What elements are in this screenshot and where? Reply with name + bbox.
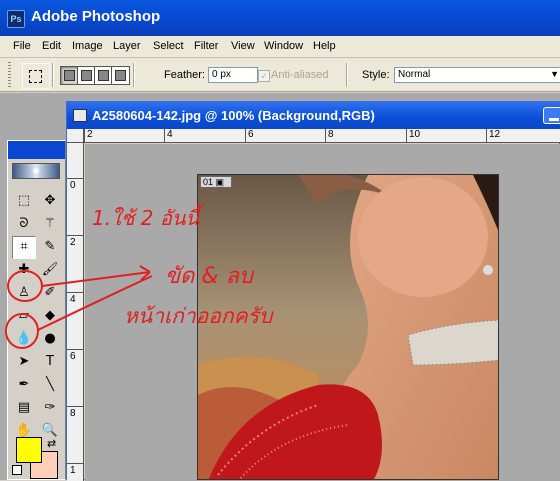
- menu-help[interactable]: Help: [313, 40, 336, 52]
- adobe-logo[interactable]: ◉: [12, 163, 60, 179]
- style-select[interactable]: Normal ▼: [394, 67, 560, 83]
- ruler-label: 12: [489, 129, 501, 140]
- menu-view[interactable]: View: [231, 40, 255, 52]
- blur-tool-icon[interactable]: 💧: [12, 328, 36, 351]
- slice-badge: 01 ▣: [200, 176, 232, 188]
- photoshop-icon: Ps: [7, 10, 25, 28]
- minimize-button[interactable]: [543, 107, 560, 124]
- menu-bar: File Edit Image Layer Select Filter View…: [0, 36, 560, 58]
- ruler-label: 8: [328, 129, 334, 140]
- annotation-text: 1.ใช้ 2 อันนี้: [92, 206, 200, 230]
- menu-edit[interactable]: Edit: [42, 40, 61, 52]
- marquee-tool-icon[interactable]: ⬚: [12, 190, 36, 213]
- tool-preset-picker[interactable]: [22, 63, 50, 89]
- paint-bucket-tool-icon[interactable]: ◆: [38, 305, 62, 328]
- crop-tool-icon[interactable]: ⌗: [12, 236, 36, 259]
- feather-label: Feather:: [164, 69, 205, 81]
- foreground-color-swatch[interactable]: [16, 437, 42, 463]
- menu-filter[interactable]: Filter: [194, 40, 218, 52]
- notes-tool-icon[interactable]: ▤: [12, 397, 36, 420]
- app-titlebar: Ps Adobe Photoshop: [0, 0, 560, 36]
- ruler-label: 4: [167, 129, 173, 140]
- options-bar: Feather: 0 px ✓ Anti-aliased Style: Norm…: [0, 58, 560, 92]
- history-brush-tool-icon[interactable]: ✐: [38, 282, 62, 305]
- app-title: Adobe Photoshop: [31, 8, 161, 25]
- menu-file[interactable]: File: [13, 40, 31, 52]
- dodge-tool-icon[interactable]: ●: [38, 328, 62, 351]
- line-tool-icon[interactable]: ╲: [38, 374, 62, 397]
- divider: [133, 63, 135, 87]
- type-tool-icon[interactable]: T: [38, 351, 62, 374]
- default-colors-icon[interactable]: [12, 465, 22, 475]
- slice-tool-icon[interactable]: ✎: [38, 236, 62, 259]
- antialias-checkbox[interactable]: ✓: [258, 70, 270, 82]
- feather-input[interactable]: 0 px: [208, 67, 258, 83]
- menu-layer[interactable]: Layer: [113, 40, 141, 52]
- options-grip[interactable]: [8, 62, 11, 88]
- lasso-tool-icon[interactable]: ᘐ: [12, 213, 36, 236]
- ruler-label: 4: [70, 294, 76, 305]
- slice-number: 01: [203, 177, 214, 187]
- healing-brush-tool-icon[interactable]: ✚: [12, 259, 36, 282]
- clone-stamp-tool-icon[interactable]: ♙: [12, 282, 36, 305]
- swap-colors-icon[interactable]: ⇄: [47, 437, 56, 450]
- ruler-label: 2: [70, 237, 76, 248]
- antialias-label: Anti-aliased: [271, 69, 329, 81]
- pen-tool-icon[interactable]: ✒: [12, 374, 36, 397]
- path-selection-tool-icon[interactable]: ➤: [12, 351, 36, 374]
- eyedropper-tool-icon[interactable]: ✑: [38, 397, 62, 420]
- ruler-label: 1: [70, 465, 76, 476]
- ruler-label: 6: [248, 129, 254, 140]
- horizontal-ruler[interactable]: 2 4 6 8 10 12: [84, 129, 560, 143]
- menu-window[interactable]: Window: [264, 40, 303, 52]
- ruler-label: 6: [70, 351, 76, 362]
- move-tool-icon[interactable]: ✥: [38, 190, 62, 213]
- image-slice-icon: ▣: [215, 177, 225, 187]
- ruler-label: 0: [70, 180, 76, 191]
- brush-tool-icon[interactable]: 🖌: [38, 259, 62, 282]
- annotation-text: หน้าเก่าออกครับ: [124, 304, 273, 328]
- ruler-origin[interactable]: [67, 129, 84, 143]
- style-select-value: Normal: [398, 69, 431, 80]
- document-titlebar[interactable]: A2580604-142.jpg @ 100% (Background,RGB): [67, 102, 560, 129]
- menu-image[interactable]: Image: [72, 40, 103, 52]
- divider: [52, 63, 54, 87]
- toolbox-titlebar[interactable]: [8, 141, 65, 159]
- document-icon: [73, 109, 87, 122]
- annotation-text: ขัด & ลบ: [165, 264, 253, 289]
- eraser-tool-icon[interactable]: ▱: [12, 305, 36, 328]
- magic-wand-tool-icon[interactable]: ⚚: [38, 213, 62, 236]
- toolbox: ◉ ⬚ ✥ ᘐ ⚚ ⌗ ✎ ✚ 🖌 ♙ ✐ ▱ ◆ 💧 ● ➤ T ✒ ╲ ▤ …: [7, 140, 66, 480]
- intersect-selection-button[interactable]: [111, 66, 130, 85]
- vertical-ruler[interactable]: 0 2 4 6 8 1: [67, 143, 84, 481]
- menu-select[interactable]: Select: [153, 40, 184, 52]
- chevron-down-icon: ▼: [550, 69, 559, 79]
- document-title: A2580604-142.jpg @ 100% (Background,RGB): [92, 108, 375, 123]
- ruler-label: 2: [87, 129, 93, 140]
- style-label: Style:: [362, 69, 390, 81]
- ruler-label: 10: [409, 129, 421, 140]
- ruler-label: 8: [70, 408, 76, 419]
- divider: [346, 63, 348, 87]
